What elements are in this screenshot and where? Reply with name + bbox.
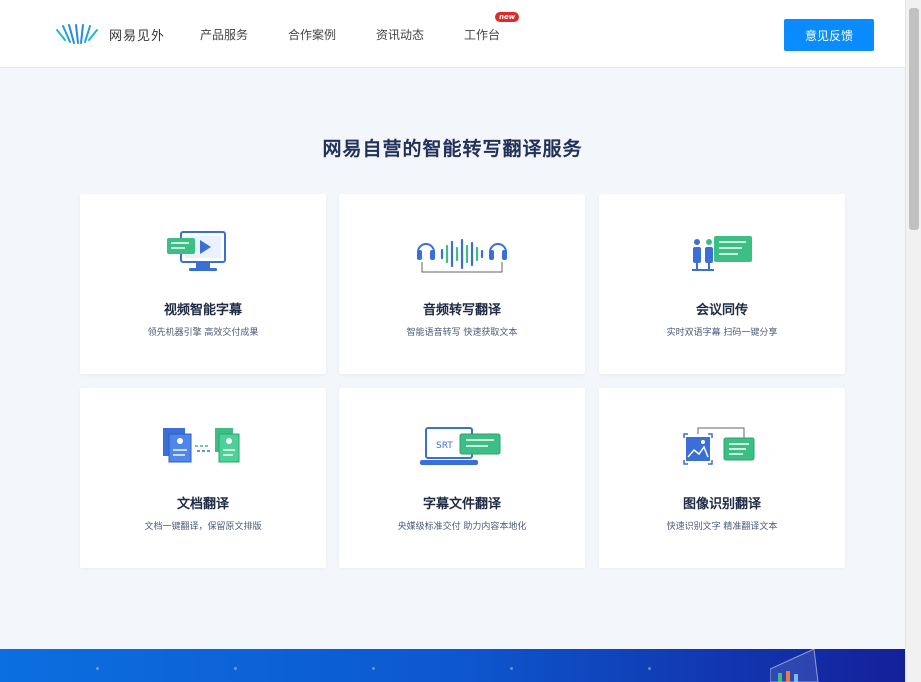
card-title: 图像识别翻译 (682, 497, 761, 512)
card-desc: 智能语音转写 快速获取文本 (406, 328, 518, 338)
card-title: 音频转写翻译 (422, 303, 501, 318)
card-title: 视频智能字幕 (163, 303, 242, 318)
banner-illustration (770, 649, 819, 682)
scrollbar-thumb[interactable] (909, 8, 919, 230)
feedback-button[interactable]: 意见反馈 (784, 19, 874, 51)
card-title: 文档翻译 (176, 497, 229, 512)
subtitle-file-icon: SRT (420, 427, 501, 465)
brand-name: 网易见外 (109, 28, 166, 44)
nav-item-workbench[interactable]: 工作台 new (464, 11, 520, 43)
service-card-audio-transcribe[interactable]: 音频转写翻译 智能语音转写 快速获取文本 (339, 194, 585, 374)
service-card-document-translate[interactable]: 文档翻译 文档一键翻译，保留原文排版 (80, 388, 326, 568)
nav-item-news[interactable]: 资讯动态 (376, 26, 424, 43)
service-card-meeting-interpret[interactable]: 会议同传 实时双语字幕 扫码一键分享 (599, 194, 845, 374)
nav-item-workbench-label: 工作台 (464, 27, 501, 42)
nav-item-products[interactable]: 产品服务 (200, 26, 248, 43)
document-translate-icon (163, 428, 240, 463)
card-desc: 领先机器引擎 高效交付成果 (147, 328, 259, 338)
image-recognition-icon (683, 427, 755, 465)
srt-label: SRT (436, 441, 453, 451)
card-title: 会议同传 (695, 303, 748, 318)
banner-dot (648, 667, 651, 670)
top-header: 网易见外 产品服务 合作案例 资讯动态 工作台 new 意见反馈 (0, 0, 905, 68)
video-subtitle-icon (167, 231, 226, 271)
main-nav: 产品服务 合作案例 资讯动态 工作台 new (200, 0, 540, 68)
bottom-banner (0, 649, 905, 682)
service-card-video-subtitle[interactable]: 视频智能字幕 领先机器引擎 高效交付成果 (80, 194, 326, 374)
vertical-scrollbar[interactable] (905, 0, 921, 682)
meeting-interpret-icon (692, 236, 752, 271)
banner-dot (96, 667, 99, 670)
brand-logo[interactable]: 网易见外 (55, 22, 165, 46)
new-badge: new (495, 11, 520, 22)
service-card-subtitle-file[interactable]: SRT 字幕文件翻译 央媒级标准交付 助力内容本地化 (339, 388, 585, 568)
card-desc: 文档一键翻译，保留原文排版 (144, 522, 262, 532)
logo-icon (56, 24, 98, 44)
card-desc: 实时双语字幕 扫码一键分享 (666, 328, 778, 338)
nav-item-cases[interactable]: 合作案例 (288, 26, 336, 43)
banner-dot (372, 667, 375, 670)
section-title: 网易自营的智能转写翻译服务 (322, 138, 583, 160)
audio-transcribe-icon (417, 238, 507, 273)
banner-dot (510, 667, 513, 670)
service-card-image-recognition[interactable]: 图像识别翻译 快速识别文字 精准翻译文本 (599, 388, 845, 568)
card-desc: 快速识别文字 精准翻译文本 (666, 522, 778, 532)
card-title: 字幕文件翻译 (422, 497, 501, 512)
banner-dot (234, 667, 237, 670)
card-desc: 央媒级标准交付 助力内容本地化 (397, 522, 527, 532)
